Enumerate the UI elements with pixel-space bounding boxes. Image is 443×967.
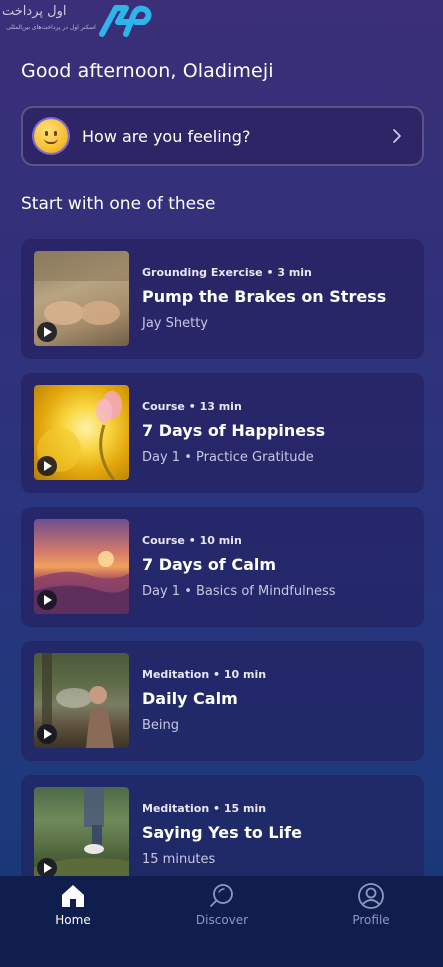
ap-logo-icon [99,5,152,37]
session-subtitle: Day 1 • Practice Gratitude [142,450,314,465]
session-title: Pump the Brakes on Stress [142,287,387,306]
session-card[interactable]: Grounding Exercise • 3 min Pump the Brak… [21,239,424,359]
watermark-title: اول پرداخت [2,4,67,19]
session-meta: Meditation • 15 min [142,802,267,815]
session-meta: Grounding Exercise • 3 min [142,266,312,279]
play-icon[interactable] [37,724,57,744]
session-meta: Course • 10 min [142,534,242,547]
session-subtitle: Being [142,718,180,733]
session-thumbnail [34,787,129,882]
tab-home[interactable]: Home [23,882,123,927]
tab-profile[interactable]: Profile [321,882,421,927]
play-icon[interactable] [37,456,57,476]
session-subtitle: 15 minutes [142,852,216,867]
tab-home-label: Home [55,913,91,927]
chevron-right-icon [393,129,401,143]
watermark-logo: اول پرداخت اسکنر اول در پرداخت‌های بین‌ا… [0,0,160,40]
session-thumbnail [34,653,129,748]
session-thumbnail [34,519,129,614]
session-subtitle: Jay Shetty [142,316,209,331]
bottom-tab-bar: Home Discover Profile [0,876,443,967]
smiley-emoji-icon [34,119,68,153]
play-icon[interactable] [37,590,57,610]
discover-search-icon [210,884,233,907]
session-thumbnail [34,251,129,346]
session-title: Daily Calm [142,689,238,708]
tab-discover[interactable]: Discover [172,882,272,927]
session-title: 7 Days of Calm [142,555,277,574]
home-icon [62,885,84,907]
mood-check-in-label: How are you feeling? [82,126,251,146]
session-title: Saying Yes to Life [142,823,302,842]
tab-discover-label: Discover [195,913,249,927]
play-icon[interactable] [37,858,57,878]
session-thumbnail [34,385,129,480]
mood-check-in-button[interactable]: How are you feeling? [21,106,424,166]
play-icon[interactable] [37,322,57,342]
section-title: Start with one of these [21,194,216,214]
session-card[interactable]: Meditation • 10 min Daily Calm Being [21,641,424,761]
profile-icon [358,883,384,909]
session-meta: Course • 13 min [142,400,242,413]
session-meta: Meditation • 10 min [142,668,267,681]
status-area: اول پرداخت اسکنر اول در پرداخت‌های بین‌ا… [0,0,443,44]
session-card[interactable]: Course • 13 min 7 Days of Happiness Day … [21,373,424,493]
greeting-heading: Good afternoon, Oladimeji [21,60,274,82]
session-title: 7 Days of Happiness [142,421,326,440]
tab-profile-label: Profile [352,913,390,927]
watermark-tagline: اسکنر اول در پرداخت‌های بین‌المللی [6,24,96,31]
session-subtitle: Day 1 • Basics of Mindfulness [142,584,336,599]
session-card[interactable]: Course • 10 min 7 Days of Calm Day 1 • B… [21,507,424,627]
